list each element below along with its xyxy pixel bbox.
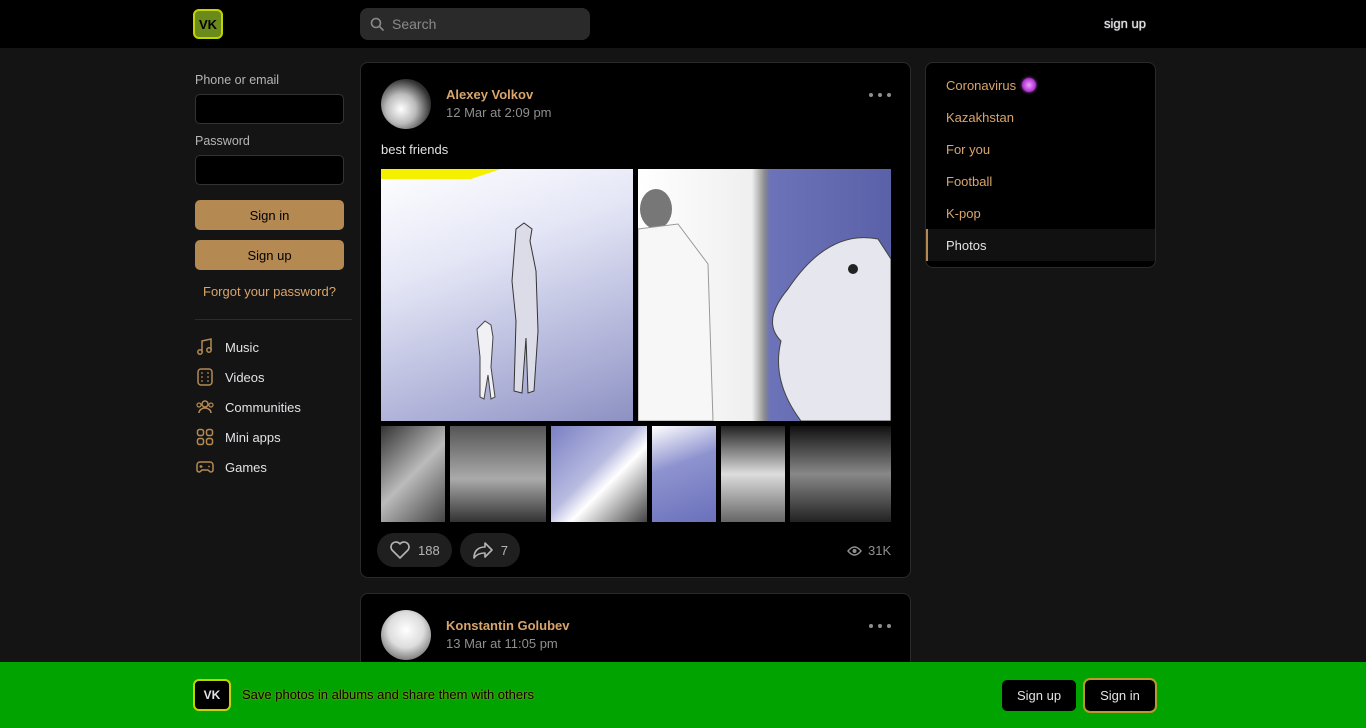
- post-photo-thumbnail[interactable]: [551, 426, 647, 522]
- mini-apps-icon: [196, 428, 214, 446]
- sidebar-item-games[interactable]: Games: [195, 452, 352, 482]
- topic-label: For you: [946, 141, 991, 157]
- topic-kazakhstan[interactable]: Kazakhstan: [926, 101, 1155, 133]
- sidebar-item-mini-apps[interactable]: Mini apps: [195, 422, 352, 452]
- banner-message: Save photos in albums and share them wit…: [242, 687, 534, 702]
- sign-in-button[interactable]: Sign in: [195, 200, 344, 230]
- post-photo-thumbnail[interactable]: [790, 426, 891, 522]
- search-icon: [370, 17, 384, 31]
- search-input[interactable]: [392, 16, 582, 32]
- vk-logo[interactable]: VK: [193, 9, 223, 39]
- banner-sign-in-button[interactable]: Sign in: [1083, 678, 1157, 713]
- post-photo[interactable]: [381, 169, 633, 421]
- sidebar-item-label: Communities: [225, 399, 301, 415]
- post-date[interactable]: 13 Mar at 11:05 pm: [446, 636, 558, 651]
- forgot-password-link[interactable]: Forgot your password?: [195, 284, 344, 299]
- man-and-dog-illustration: [381, 169, 539, 400]
- topic-label: Photos: [946, 237, 987, 253]
- sidebar-item-label: Videos: [225, 369, 265, 385]
- sign-up-button[interactable]: Sign up: [195, 240, 344, 270]
- more-options-icon[interactable]: [869, 618, 891, 634]
- video-icon: [197, 368, 213, 386]
- sidebar-item-music[interactable]: Music: [195, 332, 352, 362]
- search-box[interactable]: [360, 8, 590, 40]
- sidebar-item-label: Games: [225, 459, 267, 475]
- post-text: best friends: [381, 142, 449, 157]
- communities-icon: [196, 400, 214, 414]
- sidebar-item-videos[interactable]: Videos: [195, 362, 352, 392]
- left-sidebar: Phone or email Password Sign in Sign up …: [195, 62, 352, 482]
- more-options-icon[interactable]: [869, 87, 891, 103]
- sidebar-item-label: Mini apps: [225, 429, 281, 445]
- topics-sidebar: Coronavirus Kazakhstan For you Football …: [925, 62, 1156, 268]
- phone-label: Phone or email: [195, 73, 280, 87]
- avatar[interactable]: [381, 610, 431, 660]
- phone-email-field[interactable]: [195, 94, 344, 124]
- heart-icon: [390, 541, 410, 559]
- sidebar-item-communities[interactable]: Communities: [195, 392, 352, 422]
- topic-label: Football: [946, 173, 993, 189]
- feed-post: Konstantin Golubev 13 Mar at 11:05 pm: [360, 593, 911, 673]
- music-icon: [197, 338, 212, 355]
- like-count: 188: [418, 542, 440, 558]
- topic-coronavirus[interactable]: Coronavirus: [926, 69, 1155, 101]
- post-photo-thumbnail[interactable]: [381, 426, 445, 522]
- password-label: Password: [195, 134, 250, 148]
- share-count: 7: [500, 542, 508, 558]
- post-actions: 188 7: [377, 533, 520, 567]
- post-photo[interactable]: [638, 169, 891, 421]
- virus-icon: [1022, 78, 1037, 92]
- topic-photos[interactable]: Photos: [926, 229, 1155, 261]
- post-date[interactable]: 12 Mar at 2:09 pm: [446, 105, 552, 120]
- password-field[interactable]: [195, 155, 344, 185]
- share-icon: [472, 542, 493, 559]
- topic-for-you[interactable]: For you: [926, 133, 1155, 165]
- topic-label: Coronavirus: [946, 77, 1017, 93]
- vk-logo: VK: [193, 679, 231, 711]
- sidebar-divider: [195, 319, 352, 320]
- man-and-dog-portrait: [638, 189, 891, 421]
- banner-sign-up-button[interactable]: Sign up: [1002, 680, 1076, 711]
- feed-post: Alexey Volkov 12 Mar at 2:09 pm best fri…: [360, 62, 911, 578]
- gamepad-icon: [196, 461, 214, 473]
- sidebar-item-label: Music: [225, 339, 259, 355]
- topic-football[interactable]: Football: [926, 165, 1155, 197]
- topic-k-pop[interactable]: K-pop: [926, 197, 1155, 229]
- view-counter: 31K: [847, 543, 891, 558]
- like-button[interactable]: 188: [377, 533, 452, 567]
- avatar[interactable]: [381, 79, 431, 129]
- topic-label: K-pop: [946, 205, 981, 221]
- sidebar-nav: Music Videos Communities Mini apps Games: [195, 332, 352, 482]
- post-photo-thumbnail[interactable]: [450, 426, 546, 522]
- post-photo-thumbnail[interactable]: [721, 426, 785, 522]
- top-header: VK sign up: [0, 0, 1366, 48]
- post-photo-thumbnail[interactable]: [652, 426, 716, 522]
- view-count: 31K: [868, 543, 892, 558]
- topic-label: Kazakhstan: [946, 109, 1014, 125]
- share-button[interactable]: 7: [459, 533, 520, 567]
- post-author[interactable]: Konstantin Golubev: [446, 618, 570, 633]
- post-author[interactable]: Alexey Volkov: [446, 87, 533, 102]
- eye-icon: [847, 545, 862, 556]
- signup-banner: VK Save photos in albums and share them …: [0, 662, 1366, 728]
- header-signup-link[interactable]: sign up: [1104, 16, 1146, 31]
